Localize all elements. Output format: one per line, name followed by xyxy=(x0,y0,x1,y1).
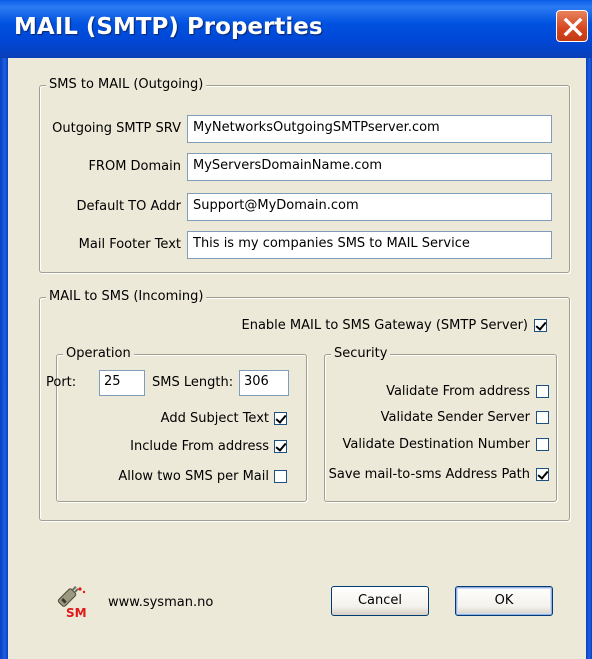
window-frame-right xyxy=(586,58,592,659)
validate-from-checkbox[interactable] xyxy=(536,385,549,398)
validate-from-label: Validate From address xyxy=(386,384,530,399)
enable-gateway-checkbox[interactable] xyxy=(534,319,547,332)
ok-button[interactable]: OK xyxy=(455,586,553,616)
footer-text-label: Mail Footer Text xyxy=(78,237,181,252)
close-button[interactable] xyxy=(556,10,588,42)
cancel-button[interactable]: Cancel xyxy=(331,586,429,616)
port-label: Port: xyxy=(46,375,77,390)
validate-sender-checkbox[interactable] xyxy=(536,411,549,424)
save-path-label: Save mail-to-sms Address Path xyxy=(328,467,530,482)
outgoing-group-legend: SMS to MAIL (Outgoing) xyxy=(46,77,207,92)
smtp-srv-label: Outgoing SMTP SRV xyxy=(52,121,181,136)
sms-length-label: SMS Length: xyxy=(152,375,234,390)
website-link[interactable]: www.sysman.no xyxy=(108,595,213,610)
port-field[interactable]: 25 xyxy=(99,370,145,396)
security-group-legend: Security xyxy=(331,346,391,361)
validate-sender-label: Validate Sender Server xyxy=(380,410,530,425)
allow-two-label: Allow two SMS per Mail xyxy=(118,469,269,484)
save-path-checkbox[interactable] xyxy=(536,468,549,481)
title-bar[interactable]: MAIL (SMTP) Properties xyxy=(0,0,592,58)
close-icon xyxy=(563,17,583,37)
incoming-group-legend: MAIL to SMS (Incoming) xyxy=(46,289,207,304)
sms-length-field[interactable]: 306 xyxy=(239,370,289,396)
include-from-label: Include From address xyxy=(130,439,269,454)
add-subject-checkbox[interactable] xyxy=(274,412,287,425)
window-frame-left xyxy=(0,58,8,659)
from-domain-label: FROM Domain xyxy=(88,159,181,174)
validate-dest-checkbox[interactable] xyxy=(536,438,549,451)
sysman-logo: SM xyxy=(50,584,90,620)
smtp-srv-field[interactable]: MyNetworksOutgoingSMTPserver.com xyxy=(187,115,552,143)
validate-dest-label: Validate Destination Number xyxy=(342,437,530,452)
enable-gateway-label: Enable MAIL to SMS Gateway (SMTP Server) xyxy=(241,318,528,333)
operation-group-legend: Operation xyxy=(63,346,134,361)
window-title: MAIL (SMTP) Properties xyxy=(14,14,323,40)
allow-two-checkbox[interactable] xyxy=(274,470,287,483)
footer-text-field[interactable]: This is my companies SMS to MAIL Service xyxy=(187,231,552,259)
default-to-label: Default TO Addr xyxy=(76,199,181,214)
logo-text: SM xyxy=(66,606,87,620)
add-subject-label: Add Subject Text xyxy=(160,411,269,426)
from-domain-field[interactable]: MyServersDomainName.com xyxy=(187,153,552,181)
default-to-field[interactable]: Support@MyDomain.com xyxy=(187,193,552,221)
include-from-checkbox[interactable] xyxy=(274,440,287,453)
